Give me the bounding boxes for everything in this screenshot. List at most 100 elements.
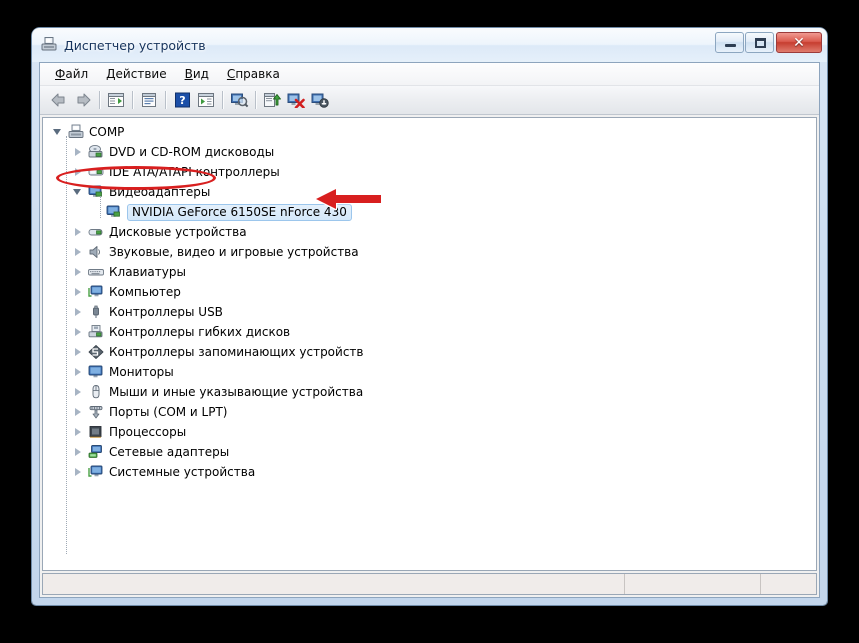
tree-node-monitors[interactable]: Мониторы: [43, 362, 816, 382]
svg-text:?: ?: [179, 94, 185, 107]
expander-usb-controllers[interactable]: [71, 302, 87, 322]
disable-device-icon: [311, 93, 329, 108]
close-button[interactable]: ✕: [776, 32, 822, 53]
tree-node-sound-devices[interactable]: Звуковые, видео и игровые устройства: [43, 242, 816, 262]
uninstall-device-button[interactable]: [284, 88, 308, 112]
expander-processors[interactable]: [71, 422, 87, 442]
storage-controller-icon: [87, 344, 105, 360]
monitor-icon: [87, 364, 105, 380]
maximize-button[interactable]: [745, 32, 774, 53]
tree-node-computer[interactable]: Компьютер: [43, 282, 816, 302]
expander-display-adapters[interactable]: [71, 182, 87, 202]
disk-drive-icon: [87, 224, 105, 240]
arrow-right-icon: [77, 93, 91, 107]
status-pane-1: [624, 574, 760, 594]
magnifier-scan-icon: [230, 93, 248, 108]
tree-node-mice[interactable]: Мыши и иные указывающие устройства: [43, 382, 816, 402]
show-hide-action-pane-button[interactable]: [194, 88, 218, 112]
menu-item-action[interactable]: Действие: [97, 65, 175, 83]
window-title: Диспетчер устройств: [64, 37, 206, 53]
usb-controller-icon: [87, 304, 105, 320]
device-tree-panel[interactable]: COMP DVD и CD-ROM дисководы IDE ATA/ATAP…: [42, 117, 817, 571]
tree-node-storage-controllers[interactable]: Контроллеры запоминающих устройств: [43, 342, 816, 362]
back-button[interactable]: [47, 88, 71, 112]
expander-ide[interactable]: [71, 162, 87, 182]
title-bar[interactable]: Диспетчер устройств ✕: [32, 28, 827, 62]
menu-item-help[interactable]: Справка: [218, 65, 289, 83]
tree-node-usb-controllers[interactable]: Контроллеры USB: [43, 302, 816, 322]
tree-node-nvidia[interactable]: NVIDIA GeForce 6150SE nForce 430: [43, 202, 816, 222]
update-driver-button[interactable]: [260, 88, 284, 112]
expander-disk-drives[interactable]: [71, 222, 87, 242]
keyboard-icon: [87, 264, 105, 280]
tree-node-disk-drives[interactable]: Дисковые устройства: [43, 222, 816, 242]
tree-node-network-adapters[interactable]: Сетевые адаптеры: [43, 442, 816, 462]
menu-file-rest: айл: [65, 67, 89, 81]
scan-hardware-changes-button[interactable]: [227, 88, 251, 112]
expander-storage-controllers[interactable]: [71, 342, 87, 362]
menu-bar: Файл Действие Вид Справка: [40, 63, 819, 86]
menu-file-accel: Ф: [55, 67, 66, 81]
tree-guide-vertical: [66, 136, 67, 554]
display-adapter-icon: [105, 204, 123, 220]
expander-sound-devices[interactable]: [71, 242, 87, 262]
console-tree-icon: [108, 93, 124, 107]
ide-controller-icon: [87, 164, 105, 180]
expander-mice[interactable]: [71, 382, 87, 402]
network-adapter-icon: [87, 444, 105, 460]
close-icon: ✕: [793, 34, 805, 51]
menu-view-rest: ид: [192, 67, 209, 81]
expander-floppy-controllers[interactable]: [71, 322, 87, 342]
client-area: Файл Действие Вид Справка ? COMP DVD и C…: [39, 62, 820, 598]
expander-monitors[interactable]: [71, 362, 87, 382]
tree-node-keyboards[interactable]: Клавиатуры: [43, 262, 816, 282]
tree-node-root-label: COMP: [89, 125, 125, 139]
minimize-button[interactable]: [715, 32, 744, 53]
computer-node-icon: [87, 284, 105, 300]
tree-node-keyboards-label: Клавиатуры: [109, 265, 186, 279]
tree-node-dvd[interactable]: DVD и CD-ROM дисководы: [43, 142, 816, 162]
tree-node-system-devices[interactable]: Системные устройства: [43, 462, 816, 482]
properties-button[interactable]: [137, 88, 161, 112]
toolbar-separator: [132, 91, 133, 109]
forward-button[interactable]: [71, 88, 95, 112]
system-device-icon: [87, 464, 105, 480]
tree-node-ports[interactable]: Порты (COM и LPT): [43, 402, 816, 422]
dvd-drive-icon: [87, 144, 105, 160]
ports-icon: [87, 404, 105, 420]
menu-item-view[interactable]: Вид: [176, 65, 218, 83]
help-button[interactable]: ?: [170, 88, 194, 112]
tree-node-network-adapters-label: Сетевые адаптеры: [109, 445, 230, 459]
tree-node-root[interactable]: COMP: [43, 122, 816, 142]
tree-node-processors-label: Процессоры: [109, 425, 187, 439]
tree-node-dvd-label: DVD и CD-ROM дисководы: [109, 145, 275, 159]
tree-node-disk-drives-label: Дисковые устройства: [109, 225, 247, 239]
tree-node-monitors-label: Мониторы: [109, 365, 174, 379]
expander-keyboards[interactable]: [71, 262, 87, 282]
toolbar-separator: [222, 91, 223, 109]
tree-node-floppy-controllers[interactable]: Контроллеры гибких дисков: [43, 322, 816, 342]
expander-ports[interactable]: [71, 402, 87, 422]
expander-network-adapters[interactable]: [71, 442, 87, 462]
action-pane-icon: [198, 93, 214, 107]
expander-computer[interactable]: [71, 282, 87, 302]
tree-node-processors[interactable]: Процессоры: [43, 422, 816, 442]
menu-action-accel: Д: [106, 67, 116, 81]
tree-node-display-adapters[interactable]: Видеоадаптеры: [43, 182, 816, 202]
tree-node-ide[interactable]: IDE ATA/ATAPI контроллеры: [43, 162, 816, 182]
window-controls: ✕: [714, 32, 822, 53]
arrow-left-icon: [51, 93, 65, 107]
menu-item-file[interactable]: Файл: [46, 65, 97, 83]
expander-system-devices[interactable]: [71, 462, 87, 482]
maximize-icon: [755, 38, 766, 48]
expander-root[interactable]: [51, 122, 67, 142]
display-adapter-icon: [87, 184, 105, 200]
tree-node-nvidia-label: NVIDIA GeForce 6150SE nForce 430: [127, 203, 352, 221]
disable-device-button[interactable]: [308, 88, 332, 112]
mouse-icon: [87, 384, 105, 400]
expander-dvd[interactable]: [71, 142, 87, 162]
tree-node-system-devices-label: Системные устройства: [109, 465, 256, 479]
minimize-icon: [725, 44, 736, 47]
show-hide-console-tree-button[interactable]: [104, 88, 128, 112]
tree-node-ports-label: Порты (COM и LPT): [109, 405, 228, 419]
